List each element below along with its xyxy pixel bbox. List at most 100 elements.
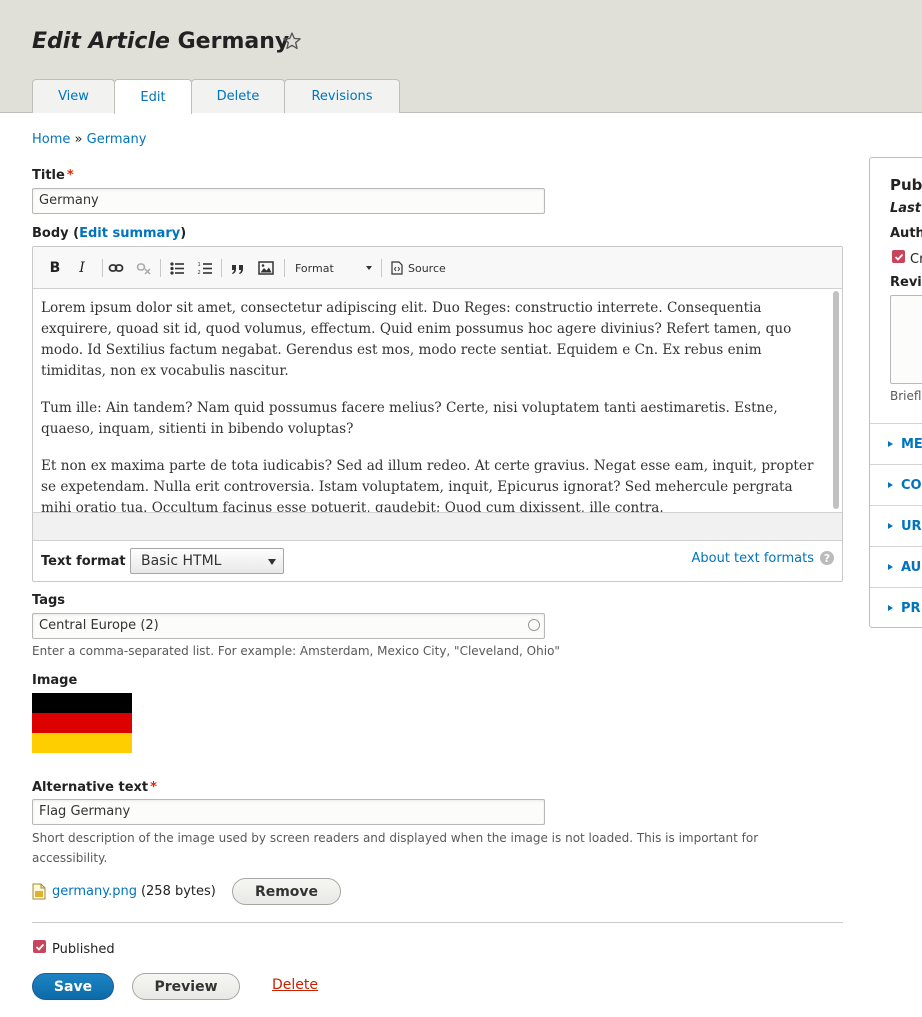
editor-scrollbar[interactable] xyxy=(833,291,839,509)
sidebar-details-author[interactable]: AU xyxy=(870,546,922,587)
remove-button[interactable]: Remove xyxy=(232,878,341,905)
triangle-right-icon xyxy=(888,482,893,488)
revision-log-textarea[interactable] xyxy=(890,295,922,384)
checkmark-icon xyxy=(894,253,903,261)
text-format-row: Text format Basic HTML About text format… xyxy=(33,541,842,581)
italic-button[interactable]: I xyxy=(71,258,93,278)
file-size: (258 bytes) xyxy=(140,883,216,899)
sidebar-details-menu[interactable]: ME xyxy=(870,423,922,464)
tags-description: Enter a comma-separated list. For exampl… xyxy=(32,644,560,658)
sidebar-details-comment[interactable]: CO xyxy=(870,464,922,505)
quote-icon xyxy=(232,265,243,274)
unlink-icon xyxy=(136,263,151,275)
numbered-list-icon: 12 xyxy=(198,262,212,276)
divider xyxy=(32,922,843,923)
chevron-down-icon xyxy=(366,266,372,270)
about-text-formats-link[interactable]: About text formats xyxy=(691,551,814,566)
published-label[interactable]: Published xyxy=(52,942,115,957)
preview-button[interactable]: Preview xyxy=(132,973,240,1000)
editor-paragraph: Tum ille: Ain tandem? Nam quid possumus … xyxy=(41,400,778,437)
details-label: AU xyxy=(901,560,922,575)
details-label: CO xyxy=(901,478,922,493)
svg-text:1: 1 xyxy=(198,262,201,268)
sidebar-details-promotion[interactable]: PR xyxy=(870,587,922,627)
details-label: ME xyxy=(901,437,922,452)
checkmark-icon xyxy=(35,943,44,951)
alt-text-input[interactable]: Flag Germany xyxy=(32,799,545,825)
file-link[interactable]: germany.png xyxy=(52,884,137,899)
body-label: Body (Edit summary) xyxy=(32,226,186,241)
text-format-value: Basic HTML xyxy=(141,553,222,569)
star-icon[interactable] xyxy=(282,31,302,51)
save-button[interactable]: Save xyxy=(32,973,114,1000)
numbered-list-button[interactable]: 12 xyxy=(194,258,216,278)
triangle-right-icon xyxy=(888,564,893,570)
source-label: Source xyxy=(408,261,446,275)
bulleted-list-icon xyxy=(170,262,184,275)
editor-paragraph: Et non ex maxima parte de tota iudicabis… xyxy=(41,458,814,512)
tab-revisions[interactable]: Revisions xyxy=(284,79,400,113)
revision-log-label: Revi xyxy=(890,275,922,290)
toolbar-separator xyxy=(381,259,382,277)
bold-button[interactable]: B xyxy=(44,258,66,278)
triangle-right-icon xyxy=(888,441,893,447)
published-checkbox[interactable] xyxy=(33,940,46,953)
unlink-button[interactable] xyxy=(133,258,155,278)
sidebar-details-url[interactable]: UR xyxy=(870,505,922,546)
body-editor: B I 12 Format Source Lorem ipsum dolor s… xyxy=(32,246,843,582)
source-button[interactable]: Source xyxy=(391,258,446,278)
triangle-right-icon xyxy=(888,523,893,529)
toolbar-separator xyxy=(102,259,103,277)
create-revision-label[interactable]: Cr xyxy=(910,252,922,267)
blockquote-button[interactable] xyxy=(227,258,249,278)
format-dropdown[interactable]: Format xyxy=(295,258,377,278)
help-icon[interactable]: ? xyxy=(820,551,834,565)
details-label: PR xyxy=(901,601,921,616)
flag-stripe-red xyxy=(32,713,132,733)
tags-label: Tags xyxy=(32,593,66,608)
create-revision-checkbox[interactable] xyxy=(892,250,905,263)
image-icon xyxy=(258,261,274,275)
title-label-text: Title xyxy=(32,168,65,183)
image-file-icon xyxy=(32,883,46,899)
text-format-label: Text format xyxy=(41,554,126,569)
alt-text-description: Short description of the image used by s… xyxy=(32,831,759,865)
breadcrumb-current-link[interactable]: Germany xyxy=(87,132,147,147)
tab-delete[interactable]: Delete xyxy=(191,79,285,113)
page-title-node: Germany xyxy=(177,29,290,54)
edit-summary-link[interactable]: Edit summary xyxy=(79,226,180,241)
title-input[interactable]: Germany xyxy=(32,188,545,214)
link-button[interactable] xyxy=(105,258,127,278)
text-format-select[interactable]: Basic HTML xyxy=(130,548,284,574)
bulleted-list-button[interactable] xyxy=(166,258,188,278)
details-label: UR xyxy=(901,519,922,534)
tab-view[interactable]: View xyxy=(32,79,115,113)
image-label: Image xyxy=(32,673,78,688)
triangle-right-icon xyxy=(888,605,893,611)
delete-link[interactable]: Delete xyxy=(272,977,318,993)
svg-text:2: 2 xyxy=(198,270,201,276)
toolbar-separator xyxy=(221,259,222,277)
image-preview xyxy=(32,693,132,753)
breadcrumb: Home » Germany xyxy=(32,132,146,147)
editor-status-bar xyxy=(33,512,842,541)
breadcrumb-home-link[interactable]: Home xyxy=(32,132,70,147)
revision-log-description: Briefl xyxy=(890,389,922,403)
tab-edit[interactable]: Edit xyxy=(114,79,192,114)
editor-toolbar: B I 12 Format Source xyxy=(33,247,842,289)
title-label: Title * xyxy=(32,168,74,183)
primary-tabs: View Edit Delete Revisions xyxy=(32,79,400,114)
editor-content[interactable]: Lorem ipsum dolor sit amet, consectetur … xyxy=(33,289,842,512)
page-title: Edit Article Germany xyxy=(32,29,289,54)
toolbar-separator xyxy=(160,259,161,277)
alt-text-label-text: Alternative text xyxy=(32,780,149,795)
sidebar-author: Auth xyxy=(890,226,922,241)
body-label-suffix: ) xyxy=(180,226,187,241)
toolbar-separator xyxy=(284,259,285,277)
flag-stripe-black xyxy=(32,693,132,713)
body-label-text: Body ( xyxy=(32,226,80,241)
tags-value: Central Europe (2) xyxy=(39,618,159,633)
required-marker: * xyxy=(150,780,157,795)
image-button[interactable] xyxy=(255,258,277,278)
tags-input[interactable]: Central Europe (2) xyxy=(32,613,545,639)
